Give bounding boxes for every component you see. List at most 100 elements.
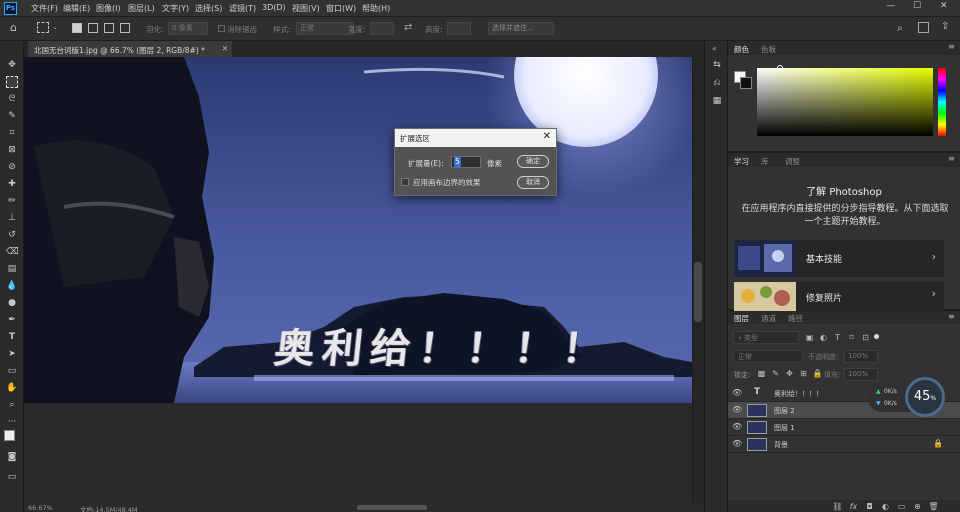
history-brush-tool-icon[interactable]: ↺ xyxy=(6,229,18,241)
marquee-preset-icon[interactable] xyxy=(37,22,49,33)
menu-edit[interactable]: 编辑(E) xyxy=(63,3,90,14)
close-icon[interactable]: ✕ xyxy=(940,1,948,11)
link-layers-icon[interactable]: ⛓ xyxy=(832,501,843,512)
vertical-scroll-thumb[interactable] xyxy=(694,262,702,322)
apply-canvas-bounds-checkbox[interactable] xyxy=(401,178,409,186)
fill-input[interactable]: 100% xyxy=(844,368,878,381)
tutorial-card-basics[interactable]: 基本技能 › xyxy=(734,240,944,277)
marquee-tool-icon[interactable] xyxy=(6,76,18,88)
feather-input[interactable]: 0 像素 xyxy=(168,22,208,35)
lasso-tool-icon[interactable]: ᘓ xyxy=(6,93,18,105)
new-selection-icon[interactable] xyxy=(72,23,82,33)
path-select-tool-icon[interactable]: ➤ xyxy=(6,348,18,360)
blend-mode-select[interactable]: 正常 xyxy=(733,350,803,363)
dialog-close-icon[interactable]: ✕ xyxy=(543,132,551,142)
horizontal-scroll-thumb[interactable] xyxy=(357,505,427,510)
collapse-arrows-icon[interactable]: « xyxy=(712,44,717,53)
filter-smart-object-icon[interactable]: ⊡ xyxy=(860,332,871,343)
maximize-icon[interactable]: ☐ xyxy=(913,1,921,11)
tab-learn[interactable]: 学习 xyxy=(734,156,749,167)
hue-slider[interactable] xyxy=(938,68,946,136)
fx-icon[interactable]: fx xyxy=(848,501,859,512)
color-picker-cursor[interactable] xyxy=(777,65,783,71)
type-tool-icon[interactable]: T xyxy=(6,331,18,343)
tab-paths[interactable]: 路径 xyxy=(788,313,803,324)
filter-type-icon[interactable]: T xyxy=(832,332,843,343)
group-folder-icon[interactable]: ▭ xyxy=(896,501,907,512)
quick-select-tool-icon[interactable]: ✎ xyxy=(6,110,18,122)
search-icon[interactable]: ⌕ xyxy=(897,23,903,34)
stamp-tool-icon[interactable]: ⊥ xyxy=(6,212,18,224)
visibility-eye-icon[interactable]: 👁 xyxy=(732,422,742,432)
menu-select[interactable]: 选择(S) xyxy=(195,3,222,14)
workspace-icon[interactable] xyxy=(918,22,929,33)
healing-brush-tool-icon[interactable]: ✚ xyxy=(6,178,18,190)
lock-position-icon[interactable]: ✥ xyxy=(784,368,795,379)
add-mask-icon[interactable]: ◘ xyxy=(864,501,875,512)
visibility-eye-icon[interactable]: 👁 xyxy=(732,405,742,415)
swap-icon[interactable]: ⇄ xyxy=(404,22,412,33)
history-icon[interactable]: ⎌ xyxy=(711,77,723,89)
ok-button[interactable]: 确定 xyxy=(517,155,549,168)
menu-help[interactable]: 帮助(H) xyxy=(362,3,390,14)
width-input[interactable] xyxy=(370,22,394,35)
eraser-tool-icon[interactable]: ⌫ xyxy=(6,246,19,258)
new-layer-icon[interactable]: ⊕ xyxy=(912,501,923,512)
menu-view[interactable]: 视图(V) xyxy=(292,3,320,14)
lock-artboard-icon[interactable]: ⊞ xyxy=(798,368,809,379)
memory-gauge[interactable]: 45% xyxy=(905,377,945,417)
background-swatch[interactable] xyxy=(740,77,752,89)
tab-color[interactable]: 颜色 xyxy=(734,44,749,55)
share-icon[interactable]: ⇪ xyxy=(941,21,949,32)
tutorial-card-repair[interactable]: 修复照片 › xyxy=(734,282,944,311)
layer-filter-select[interactable]: ⌕ 类型 xyxy=(733,331,799,344)
layer-name[interactable]: 图层 1 xyxy=(774,423,795,433)
visibility-eye-icon[interactable]: 👁 xyxy=(732,439,742,449)
menu-image[interactable]: 图像(I) xyxy=(96,3,121,14)
eyedropper-tool-icon[interactable]: ⊘ xyxy=(6,161,18,173)
layer-name[interactable]: 背景 xyxy=(774,440,788,450)
chevron-down-icon[interactable]: ⌄ xyxy=(52,23,58,31)
lock-pixels-icon[interactable]: ✎ xyxy=(770,368,781,379)
filter-shape-icon[interactable]: ⌑ xyxy=(846,332,857,343)
layer-name[interactable]: 奥利给！！！！ xyxy=(774,389,823,399)
actions-icon[interactable]: ▦ xyxy=(711,95,723,107)
blur-tool-icon[interactable]: 💧 xyxy=(6,280,18,292)
layer-row[interactable]: 👁 背景 🔒 xyxy=(728,436,960,453)
tab-swatches[interactable]: 色板 xyxy=(761,44,776,55)
adjustment-layer-icon[interactable]: ◐ xyxy=(880,501,891,512)
subtract-selection-icon[interactable] xyxy=(104,23,114,33)
panel-menu-icon[interactable]: ≡ xyxy=(948,42,955,51)
expand-by-input[interactable]: 5 xyxy=(451,156,481,168)
properties-icon[interactable]: ⇆ xyxy=(711,59,723,71)
menu-type[interactable]: 文字(Y) xyxy=(162,3,189,14)
height-input[interactable] xyxy=(447,22,471,35)
rectangle-tool-icon[interactable]: ▭ xyxy=(6,365,18,377)
tab-libraries[interactable]: 库 xyxy=(761,156,769,167)
more-tools-icon[interactable]: ··· xyxy=(6,416,18,428)
antialias-checkbox[interactable] xyxy=(218,25,225,32)
add-selection-icon[interactable] xyxy=(88,23,98,33)
style-select[interactable]: 正常 xyxy=(296,22,354,35)
panel-menu-icon[interactable]: ≡ xyxy=(948,312,955,321)
zoom-level[interactable]: 66.67% xyxy=(28,504,53,512)
menu-window[interactable]: 窗口(W) xyxy=(326,3,356,14)
move-tool-icon[interactable]: ✥ xyxy=(6,59,18,71)
dodge-tool-icon[interactable]: ● xyxy=(6,297,18,309)
frame-tool-icon[interactable]: ⊠ xyxy=(6,144,18,156)
cancel-button[interactable]: 取消 xyxy=(517,176,549,189)
document-info[interactable]: 文档:14.5M/48.4M xyxy=(80,504,138,512)
quick-mask-icon[interactable]: ◙ xyxy=(6,451,18,463)
intersect-selection-icon[interactable] xyxy=(120,23,130,33)
screen-mode-icon[interactable]: ▭ xyxy=(6,471,18,483)
panel-menu-icon[interactable]: ≡ xyxy=(948,154,955,163)
color-picker-field[interactable] xyxy=(757,68,933,136)
menu-layer[interactable]: 图层(L) xyxy=(128,3,155,14)
gradient-tool-icon[interactable]: ▤ xyxy=(6,263,18,275)
menu-filter[interactable]: 滤镜(T) xyxy=(229,3,256,14)
zoom-tool-icon[interactable]: ⌕ xyxy=(6,399,18,411)
minimize-icon[interactable]: — xyxy=(886,1,895,11)
menu-file[interactable]: 文件(F) xyxy=(31,3,58,14)
opacity-input[interactable]: 100% xyxy=(844,350,878,363)
crop-tool-icon[interactable]: ⌗ xyxy=(6,127,18,139)
